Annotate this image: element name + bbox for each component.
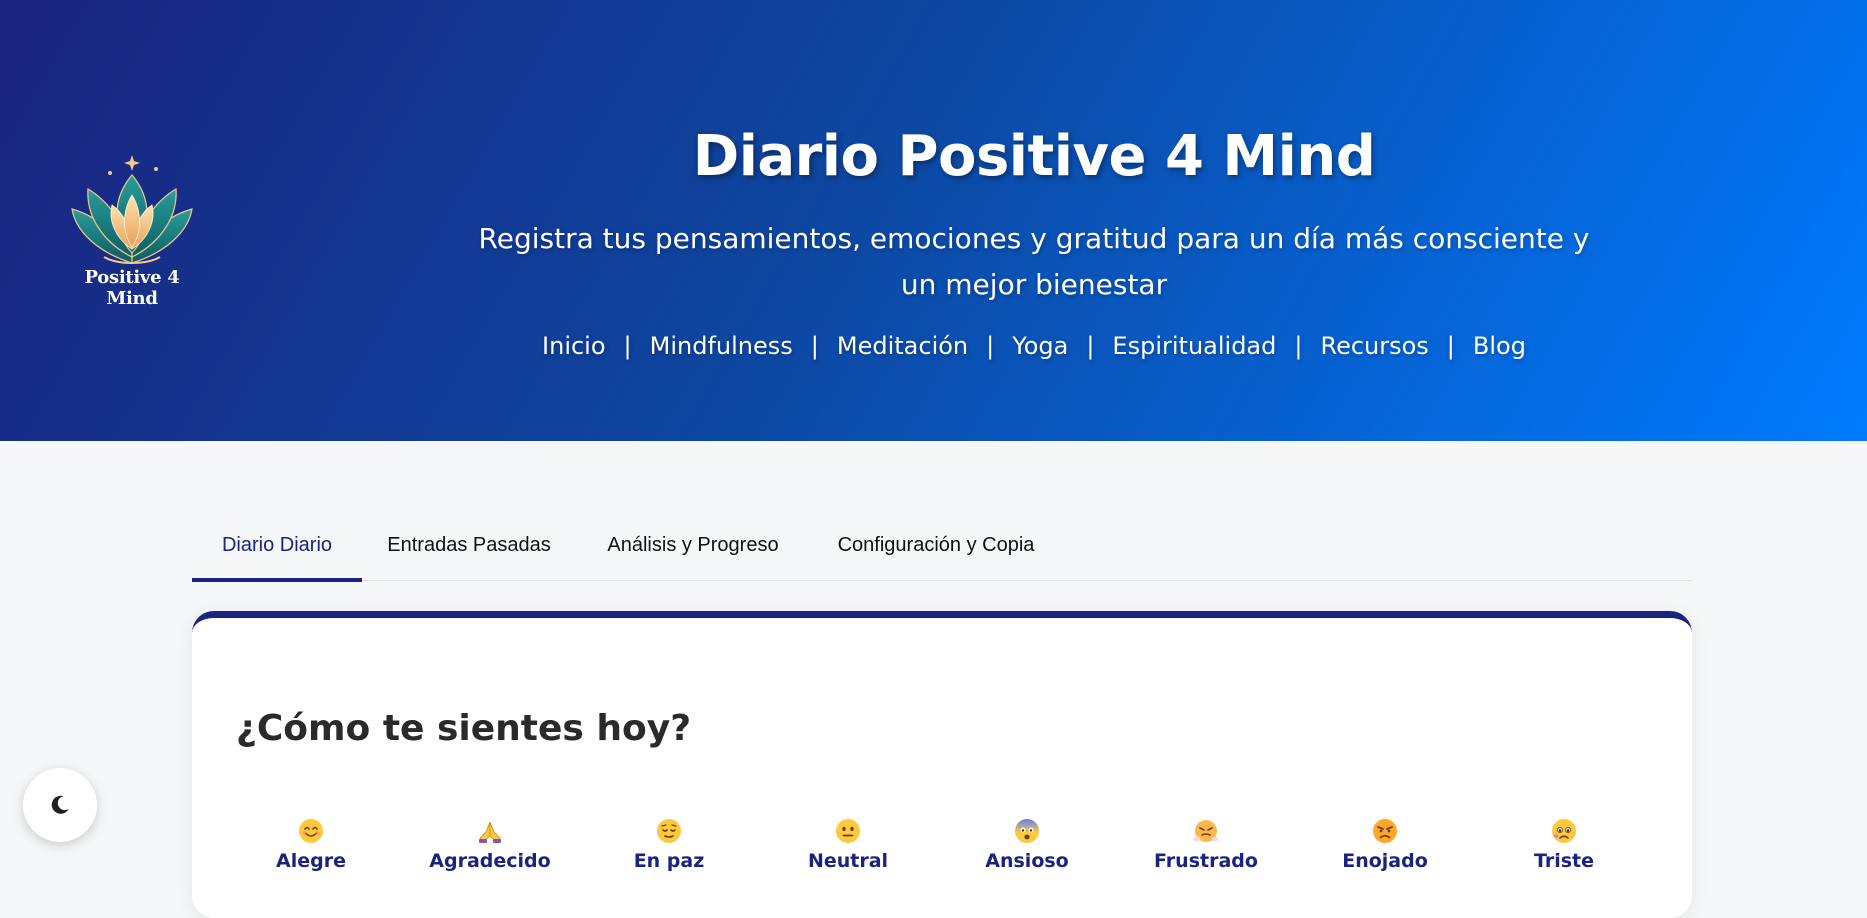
mood-option-neutral[interactable]: Neutral — [773, 818, 923, 872]
mood-option-ansioso[interactable]: Ansioso — [952, 818, 1102, 872]
smiling-face-icon — [299, 819, 323, 843]
nav-link-meditacion[interactable]: Meditación — [837, 332, 968, 360]
main-nav: Inicio | Mindfulness | Meditación | Yoga | Espir… — [0, 332, 1867, 360]
folded-hands-icon — [479, 821, 501, 843]
page-title: Diario Positive 4 Mind — [692, 124, 1376, 189]
mood-card: ¿Cómo te sientes hoy? Alegre Agradecido — [192, 611, 1692, 918]
mood-label: Enojado — [1342, 850, 1428, 872]
steaming-face-icon — [1193, 820, 1219, 842]
nav-link-espiritualidad[interactable]: Espiritualidad — [1112, 332, 1276, 360]
tab-diario-diario[interactable]: Diario Diario — [192, 520, 362, 582]
page-subtitle: Registra tus pensamientos, emociones y g… — [478, 222, 1590, 301]
tab-analisis-progreso[interactable]: Análisis y Progreso — [576, 520, 810, 578]
nav-link-mindfulness[interactable]: Mindfulness — [650, 332, 793, 360]
nav-separator: | — [1086, 332, 1095, 360]
mood-option-enojado[interactable]: Enojado — [1310, 818, 1460, 872]
mood-option-en-paz[interactable]: En paz — [594, 818, 744, 872]
mood-label: Frustrado — [1154, 850, 1258, 872]
mood-card-title: ¿Cómo te sientes hoy? — [236, 708, 692, 749]
mood-label: Triste — [1533, 850, 1595, 872]
mood-label: En paz — [633, 850, 705, 872]
mood-option-agradecido[interactable]: Agradecido — [415, 818, 565, 872]
dark-mode-toggle-button[interactable] — [23, 768, 97, 842]
mood-option-frustrado[interactable]: Frustrado — [1131, 818, 1281, 872]
sad-face-icon — [1552, 819, 1576, 843]
nav-separator: | — [623, 332, 632, 360]
relieved-face-icon — [657, 819, 681, 843]
nav-separator: | — [810, 332, 819, 360]
mood-label: Alegre — [276, 850, 346, 872]
tab-configuracion-copia[interactable]: Configuración y Copia — [810, 520, 1062, 578]
mood-label: Agradecido — [429, 850, 551, 872]
mood-label: Ansioso — [985, 850, 1069, 872]
journal-tabs: Diario Diario Entradas Pasadas Análisis … — [192, 520, 1692, 582]
mood-label: Neutral — [807, 850, 889, 872]
nav-link-inicio[interactable]: Inicio — [542, 332, 606, 360]
neutral-face-icon — [836, 819, 860, 843]
mood-selector: Alegre Agradecido En paz Neutral Ansioso… — [236, 818, 1668, 898]
nav-link-recursos[interactable]: Recursos — [1320, 332, 1428, 360]
mood-option-alegre[interactable]: Alegre — [236, 818, 386, 872]
tab-entradas-pasadas[interactable]: Entradas Pasadas — [362, 520, 576, 578]
nav-separator: | — [1446, 332, 1455, 360]
mood-option-triste[interactable]: Triste — [1489, 818, 1639, 872]
fearful-face-icon — [1015, 819, 1039, 843]
nav-separator: | — [986, 332, 995, 360]
moon-icon — [51, 795, 69, 814]
nav-link-yoga[interactable]: Yoga — [1012, 332, 1068, 360]
angry-face-icon — [1373, 819, 1397, 843]
logo-text: Positive 4 Mind — [84, 267, 180, 309]
hero-header: Positive 4 Mind Diario Positive 4 Mind R… — [0, 0, 1867, 441]
nav-link-blog[interactable]: Blog — [1473, 332, 1526, 360]
nav-separator: | — [1294, 332, 1303, 360]
